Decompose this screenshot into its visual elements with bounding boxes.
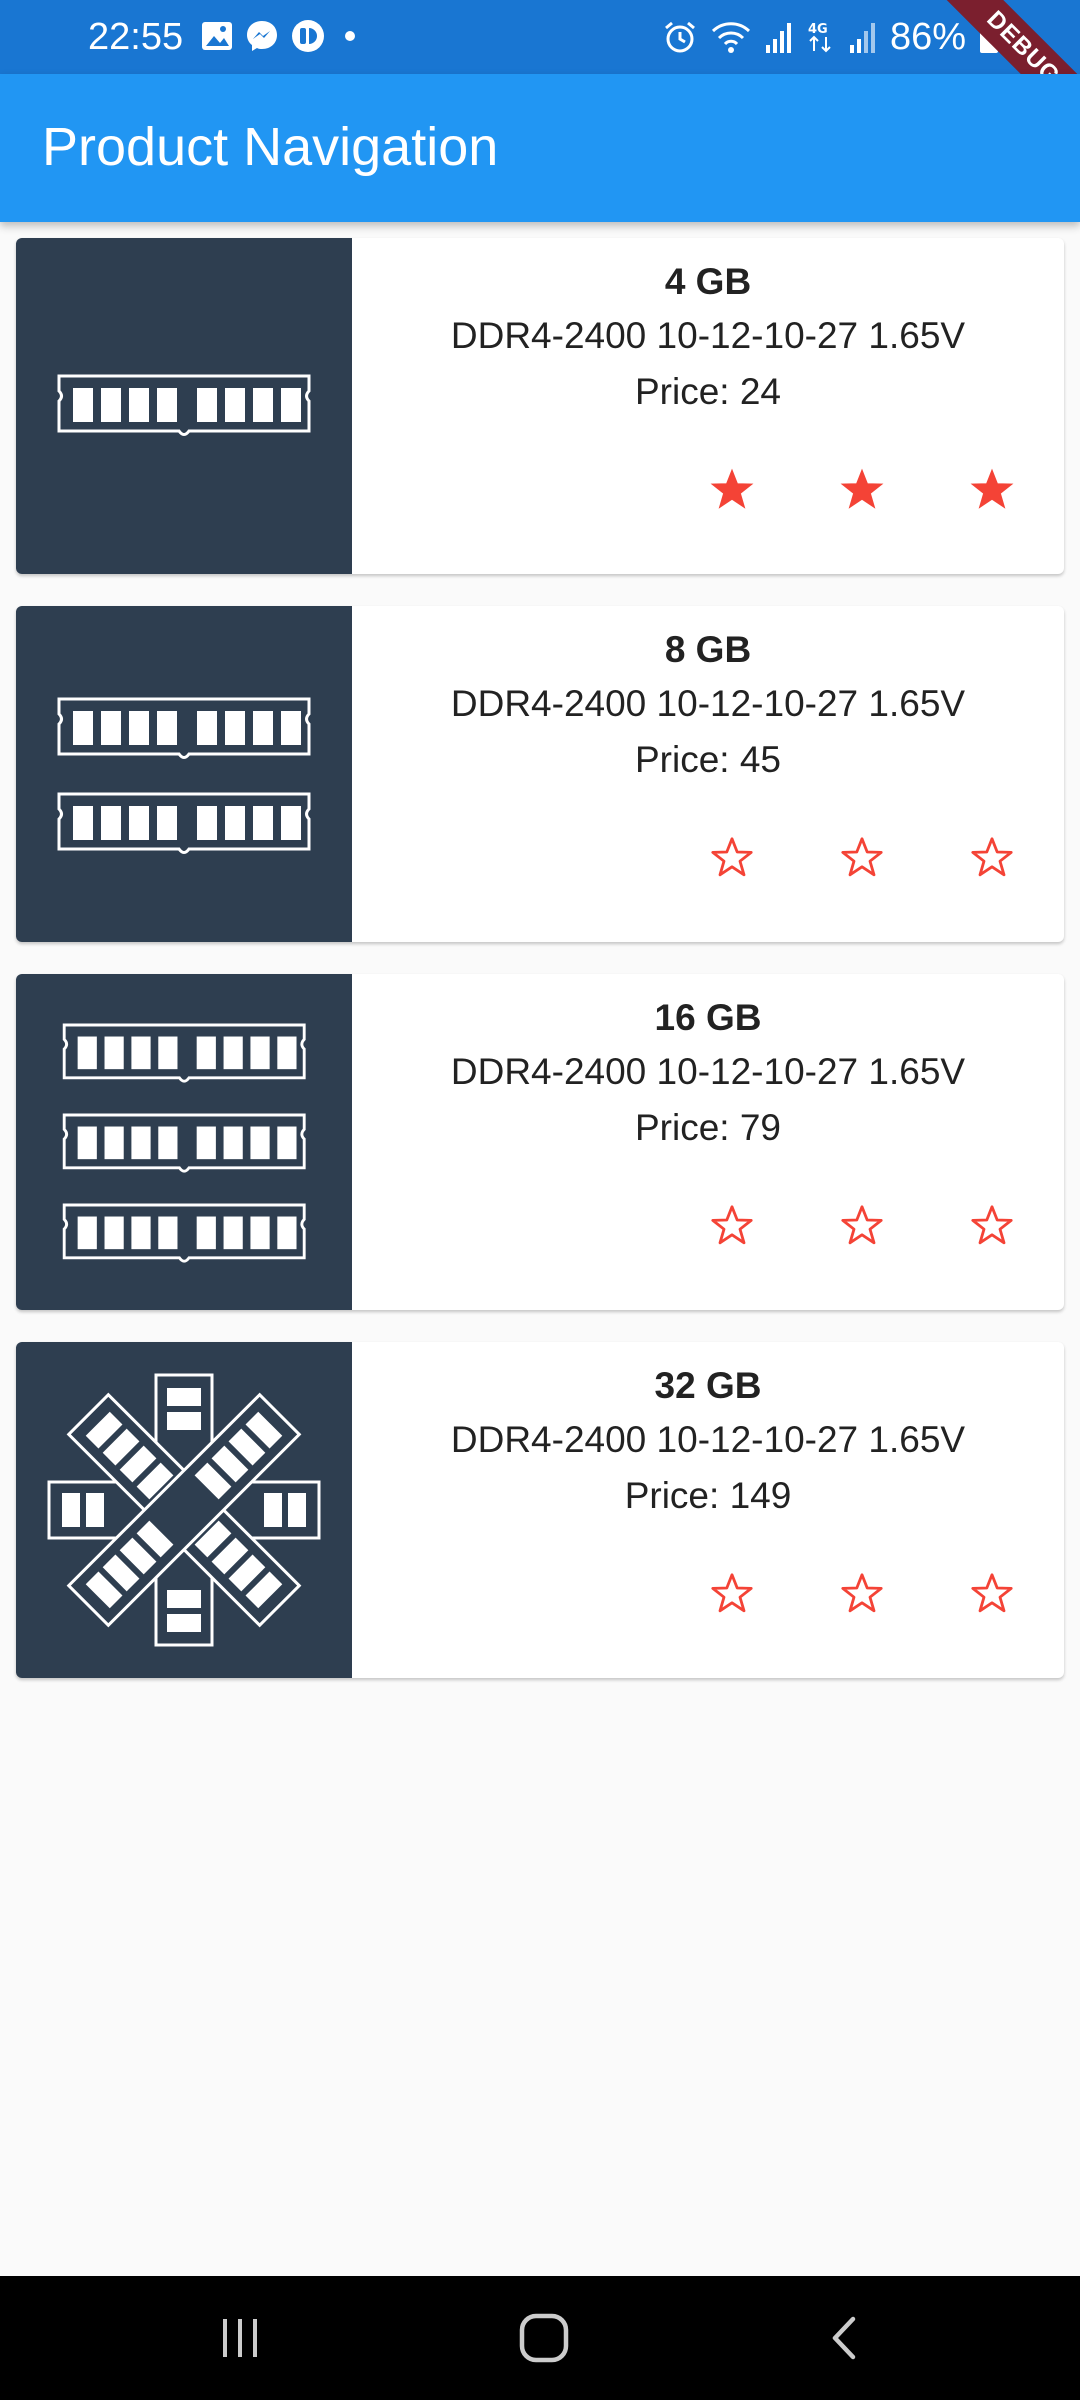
- product-card[interactable]: 16 GB DDR4-2400 10-12-10-27 1.65V Price:…: [16, 974, 1064, 1310]
- star-icon[interactable]: [962, 1196, 1022, 1256]
- star-icon[interactable]: [962, 460, 1022, 520]
- rating-stars: [702, 460, 1022, 520]
- product-card[interactable]: 4 GB DDR4-2400 10-12-10-27 1.65V Price: 2…: [16, 238, 1064, 574]
- product-spec: DDR4-2400 10-12-10-27 1.65V: [450, 1051, 966, 1092]
- product-card[interactable]: 32 GB DDR4-2400 10-12-10-27 1.65V Price:…: [16, 1342, 1064, 1678]
- rating-stars: [702, 828, 1022, 888]
- product-price: Price: 45: [352, 738, 1064, 782]
- star-icon[interactable]: [832, 1196, 892, 1256]
- back-button[interactable]: [806, 2298, 886, 2378]
- price-label: Price:: [624, 1475, 720, 1516]
- product-price: Price: 24: [352, 370, 1064, 414]
- home-button[interactable]: [504, 2298, 584, 2378]
- star-icon[interactable]: [702, 828, 762, 888]
- rating-stars: [702, 1196, 1022, 1256]
- product-info: 4 GB DDR4-2400 10-12-10-27 1.65V Price: 2…: [352, 238, 1064, 574]
- notification-icons: [200, 18, 360, 54]
- product-price: Price: 149: [352, 1474, 1064, 1518]
- recents-button[interactable]: [200, 2298, 280, 2378]
- product-info: 32 GB DDR4-2400 10-12-10-27 1.65V Price:…: [352, 1342, 1064, 1678]
- back-icon: [832, 2316, 856, 2360]
- product-thumbnail: [16, 606, 352, 942]
- rating-stars: [702, 1564, 1022, 1624]
- star-icon[interactable]: [702, 1196, 762, 1256]
- messenger-icon: [247, 21, 277, 51]
- product-title: 8 GB: [664, 629, 752, 670]
- price-label: Price:: [634, 739, 730, 780]
- price-value: 79: [739, 1107, 781, 1148]
- product-title: 4 GB: [664, 261, 752, 302]
- app-icon: [292, 20, 324, 52]
- product-info: 16 GB DDR4-2400 10-12-10-27 1.65V Price:…: [352, 974, 1064, 1310]
- wifi-icon: [711, 22, 750, 53]
- ram-stick-4-icon: [47, 1373, 321, 1647]
- star-icon[interactable]: [702, 1564, 762, 1624]
- price-label: Price:: [634, 1107, 730, 1148]
- system-nav-bar: [0, 2276, 1080, 2400]
- star-icon[interactable]: [832, 460, 892, 520]
- page-title: Product Navigation: [42, 117, 499, 177]
- recents-icon: [223, 2319, 257, 2357]
- product-list: 4 GB DDR4-2400 10-12-10-27 1.65V Price: 2…: [16, 238, 1064, 1710]
- signal-icon: [765, 23, 791, 53]
- price-value: 45: [739, 739, 781, 780]
- product-price: Price: 79: [352, 1106, 1064, 1150]
- dot-icon: [345, 31, 355, 41]
- signal-icon: [849, 23, 875, 53]
- star-icon[interactable]: [962, 828, 1022, 888]
- ram-stick-2-icon: [57, 697, 311, 854]
- product-card[interactable]: 8 GB DDR4-2400 10-12-10-27 1.65V Price: 4…: [16, 606, 1064, 942]
- app-bar: Product Navigation: [0, 74, 1080, 222]
- product-spec: DDR4-2400 10-12-10-27 1.65V: [450, 683, 966, 724]
- status-bar: 22:55 4G 86% DEBUG: [0, 0, 1080, 144]
- star-icon[interactable]: [832, 1564, 892, 1624]
- battery-percent: 86%: [889, 16, 966, 58]
- product-thumbnail: [16, 1342, 352, 1678]
- product-thumbnail: [16, 238, 352, 574]
- product-spec: DDR4-2400 10-12-10-27 1.65V: [450, 315, 966, 356]
- 4g-icon: 4G: [808, 22, 831, 53]
- product-title: 32 GB: [654, 1365, 762, 1406]
- price-value: 149: [729, 1475, 792, 1516]
- product-info: 8 GB DDR4-2400 10-12-10-27 1.65V Price: 4…: [352, 606, 1064, 942]
- system-icons: 4G 86%: [662, 14, 1000, 60]
- product-spec: DDR4-2400 10-12-10-27 1.65V: [450, 1419, 966, 1460]
- home-icon: [519, 2313, 569, 2363]
- star-icon[interactable]: [962, 1564, 1022, 1624]
- product-thumbnail: [16, 974, 352, 1310]
- ram-stick-3-icon: [62, 1023, 306, 1263]
- svg-text:4G: 4G: [808, 22, 828, 37]
- alarm-icon: [664, 21, 695, 53]
- status-time: 22:55: [88, 16, 184, 58]
- ram-stick-1-icon: [57, 374, 311, 436]
- product-title: 16 GB: [654, 997, 762, 1038]
- star-icon[interactable]: [832, 828, 892, 888]
- image-icon: [202, 22, 232, 50]
- price-label: Price:: [634, 371, 730, 412]
- price-value: 24: [739, 371, 781, 412]
- star-icon[interactable]: [702, 460, 762, 520]
